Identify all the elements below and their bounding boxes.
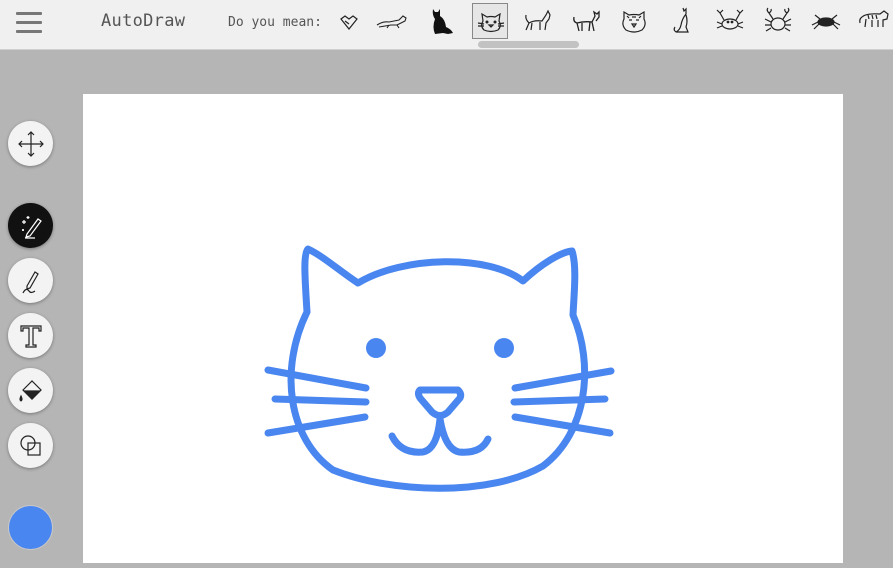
left-whisker-middle [271,395,370,406]
suggestion-tiger-face[interactable] [616,3,652,39]
move-arrows-icon [17,130,44,157]
shape-tool-button[interactable] [8,423,53,468]
shapes-icon [19,434,41,456]
suggestion-crab-detailed[interactable] [760,3,796,39]
left-whisker-bottom [264,413,369,437]
cat-eye-left [366,338,386,358]
suggestion-cat-face[interactable] [472,3,508,39]
suggestion-crab-small[interactable] [808,3,844,39]
suggestion-label: Do you mean: [228,15,322,30]
suggestion-standing-cat[interactable] [520,3,556,39]
suggestion-running-cat-outline[interactable] [375,3,411,39]
suggestion-tiger[interactable] [856,3,892,39]
move-tool-button[interactable] [8,121,53,166]
right-whisker-middle [510,395,609,406]
suggestion-sitting-cat-outline[interactable] [664,3,700,39]
suggestion-walking-cat[interactable] [568,3,604,39]
suggestion-crab[interactable] [712,3,748,39]
text-t-icon [19,324,42,348]
suggestion-scrollbar[interactable] [478,41,579,48]
cat-head-outline [287,245,589,492]
right-whisker-top [511,367,615,392]
cat-mouth-left [388,415,444,456]
top-bar: AutoDraw Do you mean: [0,0,893,50]
color-picker-button[interactable] [8,505,53,550]
cat-eye-right [494,338,514,358]
draw-tool-button[interactable] [8,258,53,303]
cat-mouth-right [436,415,492,456]
pencil-icon [21,270,39,293]
drawing-canvas[interactable] [83,94,843,563]
suggestion-sitting-cat-silhouette[interactable] [423,3,459,39]
suggestion-strip[interactable] [330,2,893,42]
paint-bucket-icon [18,379,42,402]
cat-nose [415,386,465,419]
suggestion-heart-outline[interactable] [331,3,367,39]
left-whisker-top [264,366,370,392]
cat-face-drawing [264,245,615,492]
fill-tool-button[interactable] [8,368,53,413]
type-tool-button[interactable] [8,313,53,358]
right-whisker-bottom [511,413,614,437]
app-title[interactable]: AutoDraw [101,11,185,31]
autodraw-tool-button[interactable] [8,203,53,248]
magic-pencil-icon [21,215,42,239]
hamburger-menu-icon[interactable] [16,12,42,34]
